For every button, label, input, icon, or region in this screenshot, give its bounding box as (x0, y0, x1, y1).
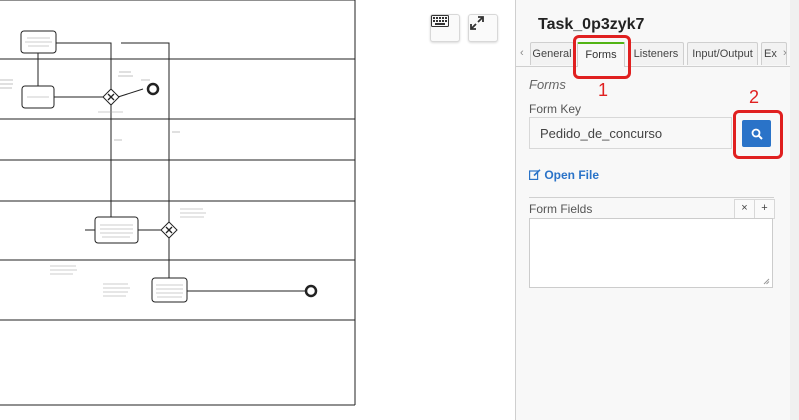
clear-form-fields-button[interactable]: × (734, 199, 755, 219)
diagram-canvas[interactable] (0, 0, 515, 420)
form-fields-label: Form Fields (529, 202, 593, 216)
sequence-flows (37, 42, 305, 292)
tab-listeners[interactable]: Listeners (628, 42, 684, 65)
keyboard-icon (431, 15, 449, 27)
properties-panel: Task_0p3zyk7 ‹ General Forms Listeners I… (515, 0, 791, 420)
open-file-link[interactable]: Open File (529, 168, 599, 182)
annotation-box-search-button (733, 110, 783, 159)
annotation-box-forms-tab (573, 35, 631, 79)
keyboard-button[interactable] (430, 14, 460, 42)
task-shapes (20, 30, 188, 303)
form-fields-divider (529, 197, 774, 198)
bpmn-diagram[interactable] (0, 0, 515, 420)
annotation-number-1: 1 (598, 80, 609, 100)
edit-icon (529, 169, 541, 180)
annotation-number-2: 2 (749, 87, 760, 107)
fullscreen-button[interactable] (468, 14, 498, 42)
tab-scroll-left-icon[interactable]: ‹ (520, 47, 524, 59)
fullscreen-icon (470, 16, 484, 30)
form-key-label: Form Key (529, 102, 582, 116)
forms-section-title: Forms (529, 77, 566, 92)
element-label-marks (0, 37, 206, 298)
element-id-title: Task_0p3zyk7 (538, 16, 645, 33)
form-fields-list[interactable] (529, 218, 773, 288)
add-form-field-button[interactable]: + (754, 199, 775, 219)
tab-input-output[interactable]: Input/Output (687, 42, 758, 65)
tab-scroll-right-icon[interactable]: › (783, 47, 787, 59)
page-scrollbar[interactable] (790, 0, 799, 420)
properties-tabs: ‹ General Forms Listeners Input/Output E… (516, 42, 791, 67)
form-key-input[interactable]: Pedido_de_concurso (529, 117, 732, 149)
end-events (146, 82, 318, 298)
gateways (102, 88, 178, 239)
resize-handle-icon[interactable] (763, 278, 770, 285)
open-file-label: Open File (544, 168, 600, 182)
tab-general[interactable]: General (530, 42, 574, 65)
